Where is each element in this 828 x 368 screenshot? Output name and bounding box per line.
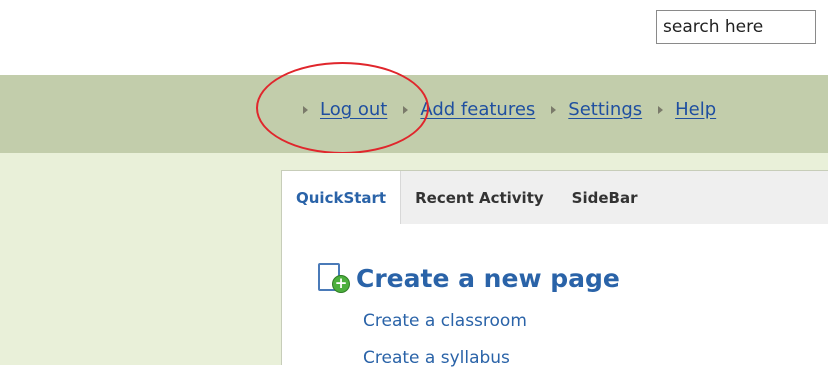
nav-item-help[interactable]: Help (658, 99, 716, 120)
create-syllabus-link[interactable]: Create a syllabus (363, 348, 510, 368)
search-input[interactable] (656, 10, 816, 44)
add-features-link[interactable]: Add features (420, 99, 535, 120)
create-page-row[interactable]: + Create a new page (318, 261, 620, 295)
create-page-link[interactable]: Create a new page (356, 264, 620, 293)
triangle-right-icon (551, 105, 557, 114)
tab-bar-filler (651, 171, 828, 224)
triangle-right-icon (658, 105, 664, 114)
quickstart-panel: QuickStart Recent Activity SideBar + Cre… (281, 170, 828, 368)
tab-quickstart[interactable]: QuickStart (282, 171, 402, 224)
create-classroom-link[interactable]: Create a classroom (363, 311, 527, 331)
new-page-icon: + (318, 261, 352, 295)
nav-item-settings[interactable]: Settings (551, 99, 642, 120)
nav-item-log-out[interactable]: Log out (303, 99, 387, 120)
triangle-right-icon (403, 105, 409, 114)
log-out-link[interactable]: Log out (320, 99, 387, 120)
nav-item-add-features[interactable]: Add features (403, 99, 535, 120)
tab-recent-activity[interactable]: Recent Activity (401, 171, 558, 224)
nav-bar: Log out Add features Settings Help (0, 75, 828, 153)
tab-sidebar[interactable]: SideBar (558, 171, 652, 224)
help-link[interactable]: Help (675, 99, 716, 120)
nav-links: Log out Add features Settings Help (303, 99, 732, 120)
top-header (0, 0, 828, 75)
settings-link[interactable]: Settings (568, 99, 642, 120)
plus-icon: + (332, 275, 350, 293)
tab-bar: QuickStart Recent Activity SideBar (282, 171, 828, 224)
triangle-right-icon (303, 105, 308, 114)
